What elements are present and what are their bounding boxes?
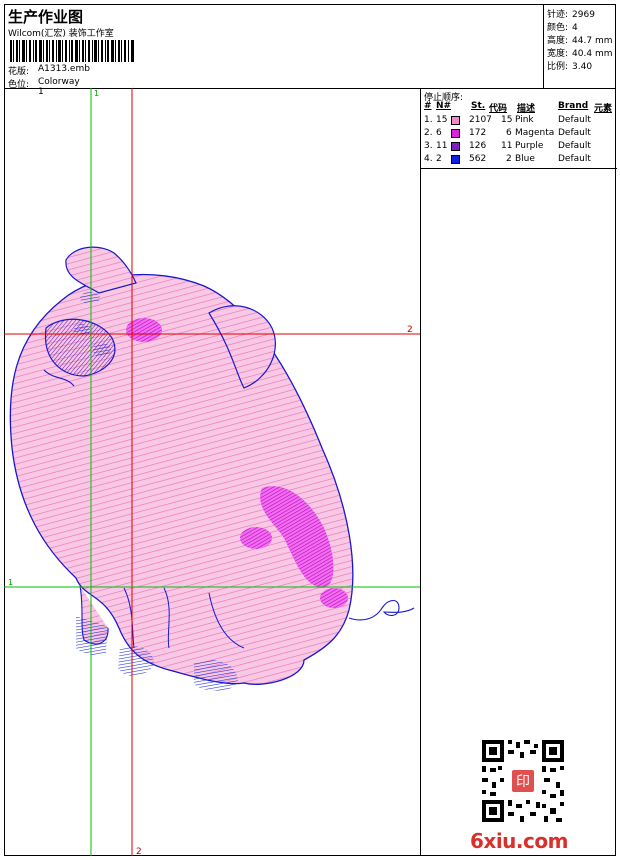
barcode xyxy=(10,40,134,62)
pig-design xyxy=(9,246,415,691)
pig-cheek xyxy=(126,318,162,342)
pattern-file: A1313.emb xyxy=(38,64,90,74)
magenta-spot xyxy=(320,588,348,608)
guide-label: 1 xyxy=(94,89,99,98)
guide-label: 1 xyxy=(8,578,13,587)
col-element: 元素 xyxy=(594,104,613,114)
site-watermark: 6xiu.com xyxy=(470,829,568,853)
page-title: 生产作业图 xyxy=(8,8,84,26)
col-code: 代码 xyxy=(489,104,508,114)
embroidery-canvas: 1 2 1 2 xyxy=(4,88,420,856)
color-swatch xyxy=(451,142,460,151)
company-name: Wilcom(汇宏) 装饰工作室 xyxy=(8,29,114,39)
col-stitches: St. xyxy=(471,101,486,111)
table-row: 1. 15 2107 15 Pink Default xyxy=(424,115,591,125)
stat-stitches: 针迹: 2969 xyxy=(547,10,595,20)
header: 生产作业图 Wilcom(汇宏) 装饰工作室 花版: A1313.emb 色位:… xyxy=(4,4,616,97)
design-stats: 针迹: 2969 颜色: 4 高度: 44.7 mm 宽度: 40.4 mm 比例: 3.… xyxy=(543,4,616,88)
stat-height: 高度: 44.7 mm xyxy=(547,36,613,46)
table-row: 2. 6 172 6 Magenta Default xyxy=(424,128,591,138)
color-swatch xyxy=(451,129,460,138)
guide-label: 2 xyxy=(136,847,142,856)
col-index: # xyxy=(424,101,432,111)
pattern-label: 花版: xyxy=(8,67,30,77)
stat-scale: 比例: 3.40 xyxy=(547,62,593,72)
pig-ear-left xyxy=(65,246,137,294)
nostril xyxy=(93,343,111,357)
guide-label: 2 xyxy=(407,325,413,335)
col-needle: N# xyxy=(436,101,452,111)
color-swatch xyxy=(451,116,460,125)
table-row: 3. 11 126 11 Purple Default xyxy=(424,141,591,151)
table-row: 4. 2 562 2 Blue Default xyxy=(424,154,591,164)
pattern-info: 花版: A1313.emb xyxy=(8,64,90,77)
pig-eye xyxy=(80,292,100,304)
qr-code: 印 xyxy=(480,738,566,824)
col-description: 描述 xyxy=(517,104,536,114)
stat-colors: 颜色: 4 xyxy=(547,23,578,33)
color-swatch xyxy=(451,155,460,164)
col-brand: Brand xyxy=(558,101,589,111)
stamp-text: 印 xyxy=(516,774,530,790)
table-divider xyxy=(421,168,617,169)
stat-width: 宽度: 40.4 mm xyxy=(547,49,613,59)
magenta-spot xyxy=(240,527,272,549)
pig-tail xyxy=(348,599,415,621)
